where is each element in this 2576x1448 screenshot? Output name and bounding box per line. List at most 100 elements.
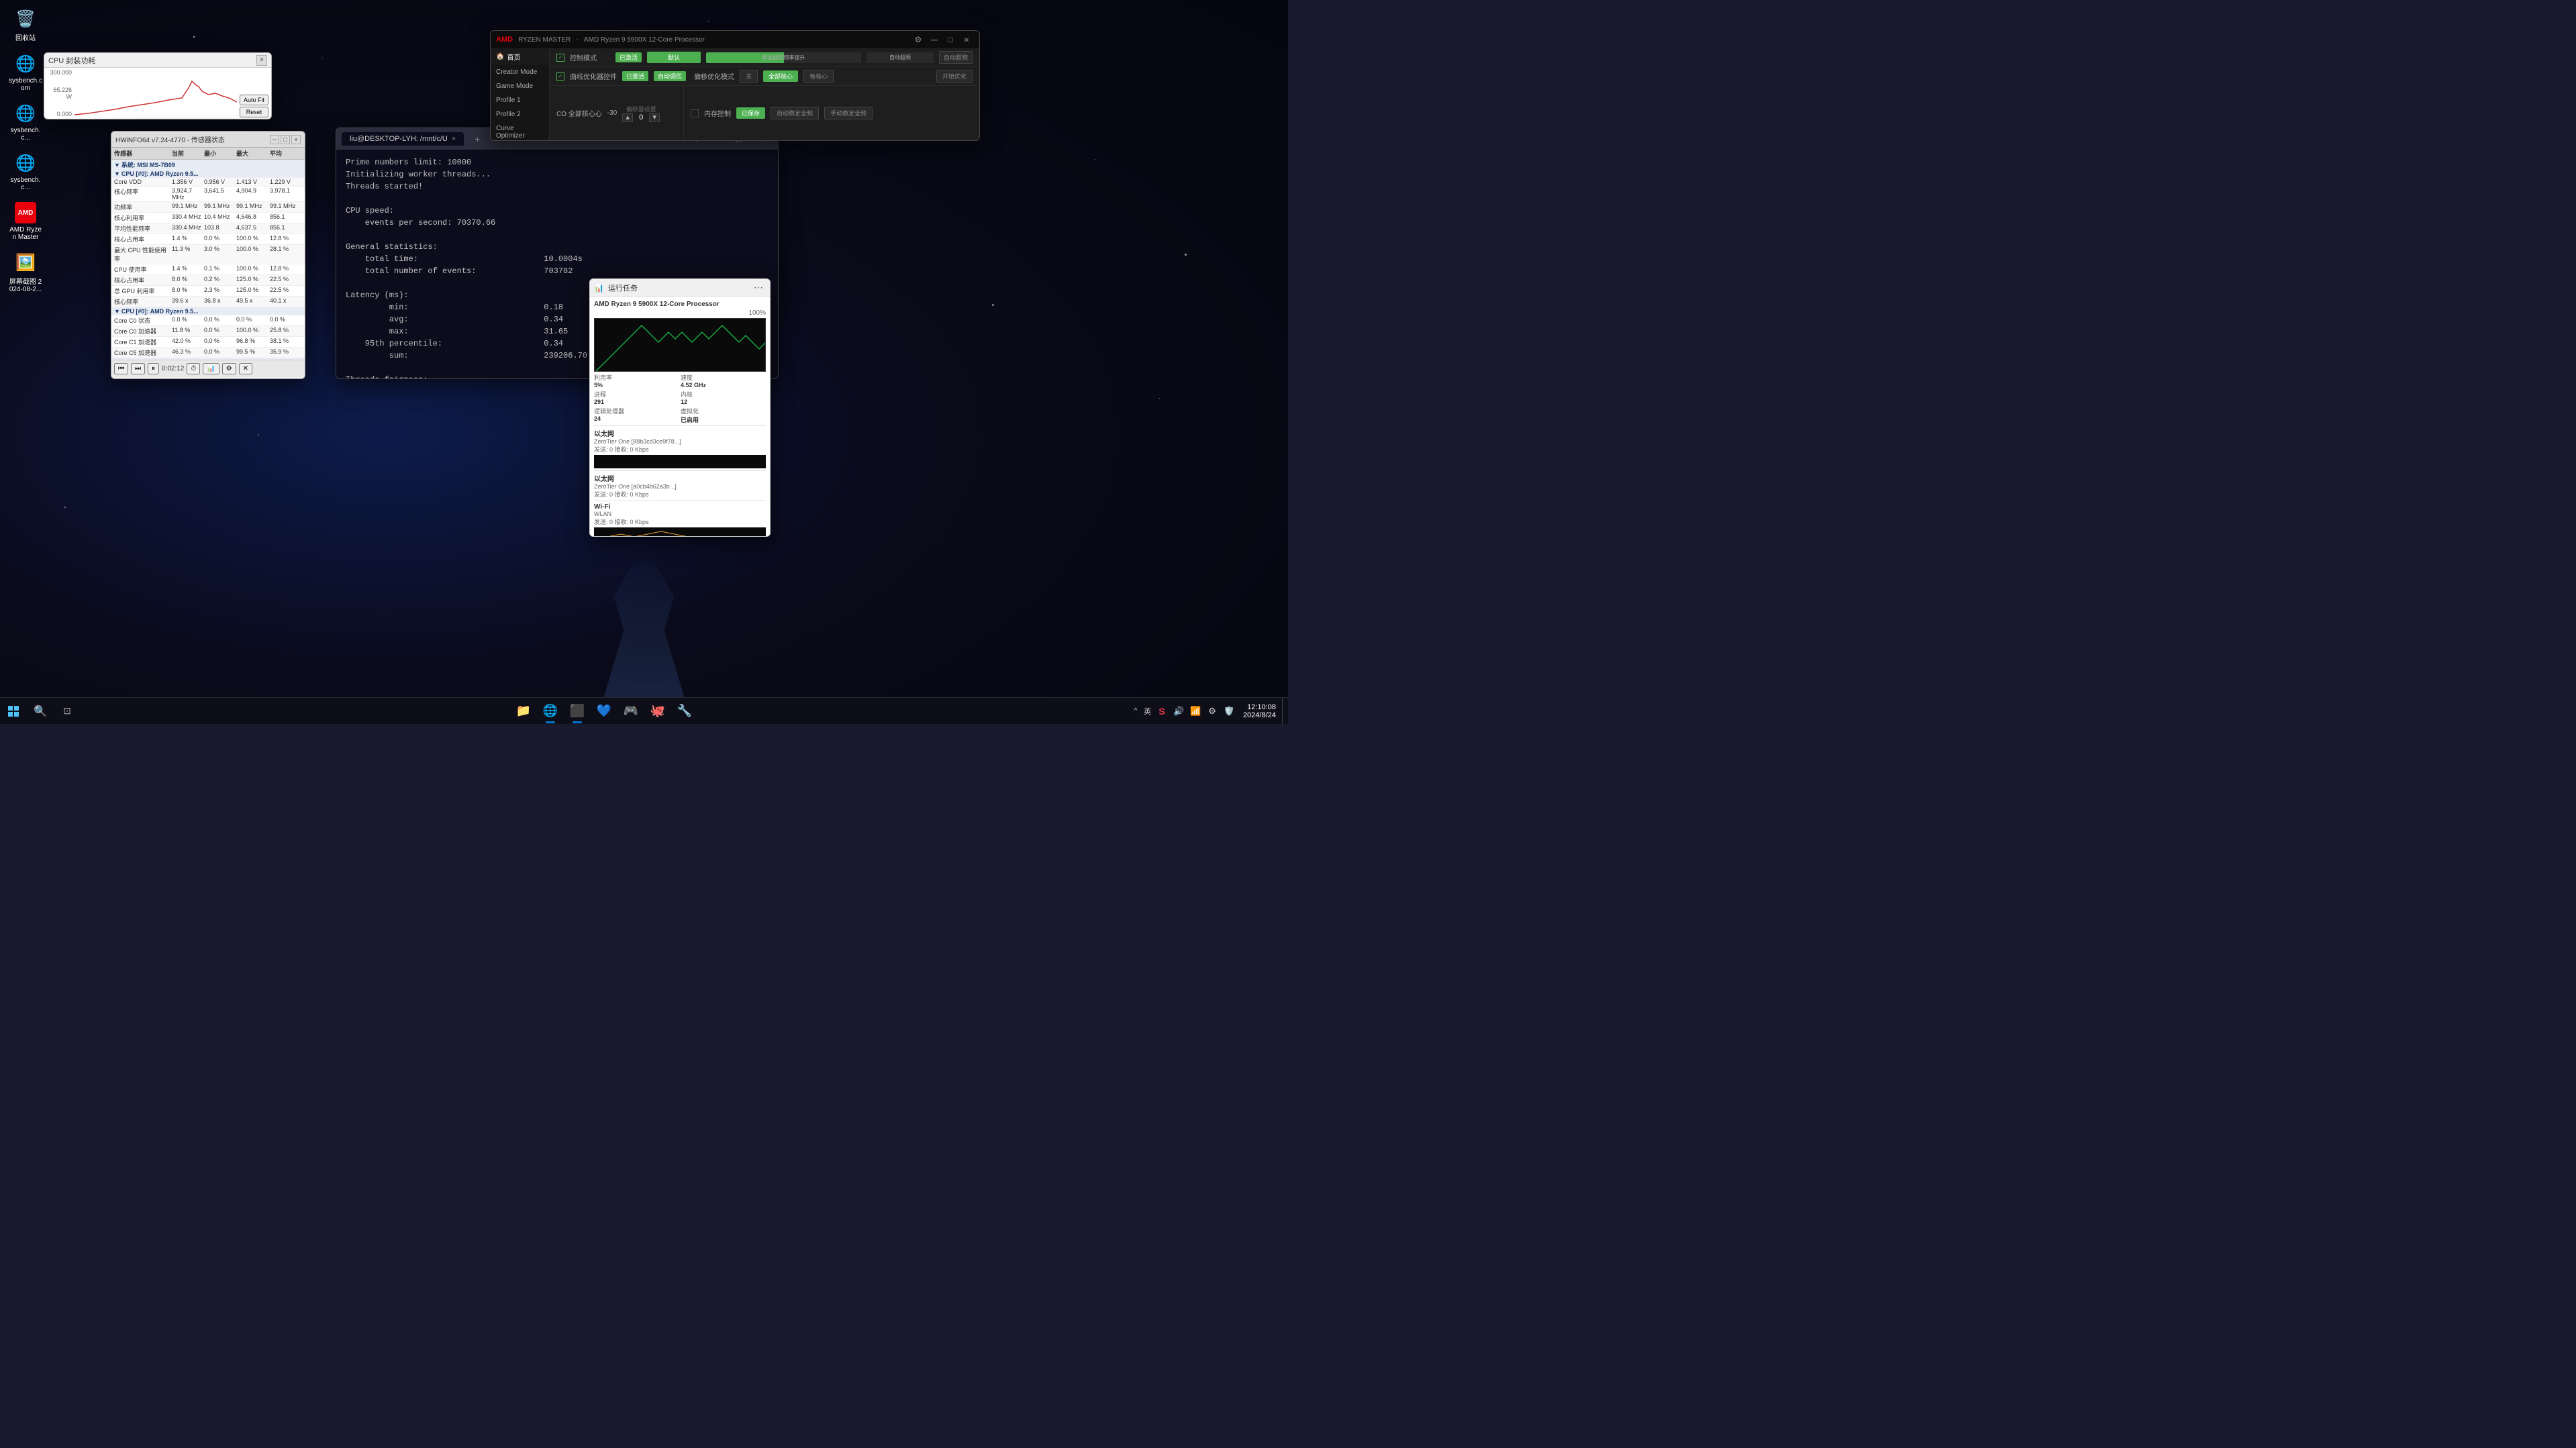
icon-amd-ryzen[interactable]: AMD AMD Ryzen Master (5, 199, 46, 244)
hwinfo-btn-prev[interactable]: ⏮ (114, 363, 128, 374)
tm-virtualization: 虚拟化 已启用 (681, 407, 766, 424)
home-icon: 🏠 (496, 53, 504, 60)
icon-screenshots[interactable]: 🖼️ 屏幕截图 2024-08-2... (5, 249, 46, 296)
start-button[interactable] (0, 698, 27, 725)
sogou-icon[interactable]: S (1154, 703, 1170, 719)
sysbench2-icon: 🌐 (15, 103, 36, 124)
hwinfo-btn-graph[interactable]: 📊 (203, 363, 219, 374)
auto-fit-btn[interactable]: Auto Fit (240, 95, 268, 105)
hwinfo-titlebar: HWiNFO64 v7.24-4770 - 传感器状态 ─ □ × (111, 132, 305, 148)
cpu-power-title: CPU 封装功耗 (48, 55, 256, 66)
tm-title: 运行任务 (608, 282, 747, 293)
auto-oc-btn-right[interactable]: 自动超频 (939, 51, 973, 64)
mode-btn-default[interactable]: 默认 (647, 52, 701, 63)
sysbench-icon: 🌐 (15, 53, 36, 74)
cpu-power-close[interactable]: × (256, 55, 267, 66)
tm-network-eth1: 以太网 ZeroTier One [88b3cd3ce9f78...] 发送: … (594, 425, 766, 470)
cpu-power-svg (75, 68, 237, 119)
taskbar-file-explorer[interactable]: 📁 (510, 698, 537, 725)
sidebar-item-game[interactable]: Game Mode (491, 79, 549, 93)
network-icon[interactable]: 📶 (1187, 703, 1203, 719)
clock-display[interactable]: 12:10:08 2024/8/24 (1238, 703, 1281, 719)
memory-label: 内存控制 (704, 108, 731, 118)
systray-expand[interactable]: ^ (1130, 706, 1141, 717)
hwinfo-close[interactable]: × (291, 135, 301, 144)
taskbar-app7[interactable]: 🔧 (671, 698, 698, 725)
terminal-tab-active[interactable]: liu@DESKTOP-LYH: /mnt/c/U × (342, 132, 464, 146)
hwinfo-minimize[interactable]: ─ (270, 135, 279, 144)
ryzen-titlebar: AMD RYZEN MASTER - AMD Ryzen 9 5900X 12-… (491, 31, 979, 48)
memory-checkbox (691, 109, 699, 117)
ryzen-win-controls: ⚙ ─ □ × (911, 32, 974, 47)
ryzen-minimize-btn[interactable]: ─ (927, 32, 942, 47)
cpu-section2-label: CPU [#0]: AMD Ryzen 9.5... (121, 308, 199, 315)
off-btn[interactable]: 关 (740, 70, 758, 83)
memory-auto-btn[interactable]: 自动稳定全频 (771, 107, 819, 119)
tm-net1-graph (594, 455, 766, 468)
show-desktop-btn[interactable] (1282, 698, 1285, 725)
hwinfo-row-avgperf: 平均性能频率330.4 MHz103.84,637.5856.1 (111, 223, 305, 234)
start-opt-btn[interactable]: 开始优化 (936, 70, 973, 83)
taskbar-steam[interactable]: 🎮 (617, 698, 644, 725)
taskbar-apps: 📁 🌐 ⬛ 💙 🎮 🐙 🔧 (81, 698, 1128, 725)
memory-manual-btn[interactable]: 手动稳定全频 (824, 107, 873, 119)
sidebar-item-profile2[interactable]: Profile 2 (491, 107, 549, 121)
control-mode-checkbox: ✓ (556, 54, 564, 62)
ryzen-maximize-btn[interactable]: □ (943, 32, 958, 47)
all-core-btn[interactable]: 全部核心 (763, 70, 798, 82)
icon-sysbench[interactable]: 🌐 sysbench.com (5, 50, 46, 95)
recycle-icon: 🗑️ (15, 8, 36, 30)
tm-more-options[interactable]: ⋯ (751, 280, 766, 295)
sidebar-item-profile1[interactable]: Profile 1 (491, 93, 549, 107)
taskbar-git[interactable]: 🐙 (644, 698, 671, 725)
volume-icon[interactable]: 🔊 (1171, 703, 1187, 719)
icon-recycle[interactable]: 🗑️ 回收站 (5, 5, 46, 45)
search-button[interactable]: 🔍 (27, 698, 54, 725)
taskbar-terminal[interactable]: ⬛ (564, 698, 591, 725)
input-method-icon[interactable]: 英 (1142, 698, 1153, 725)
terminal-line-prime: Prime numbers limit: 10000 (346, 156, 769, 168)
co-label: CO 全部核心心 (556, 108, 602, 118)
icon-sysbench3[interactable]: 🌐 sysbench.c... (5, 150, 46, 194)
security-icon[interactable]: 🛡️ (1221, 703, 1237, 719)
tm-cpu-pct: 100% (594, 309, 766, 317)
icon-sysbench2[interactable]: 🌐 sysbench.c... (5, 100, 46, 144)
hwinfo-title: HWiNFO64 v7.24-4770 - 传感器状态 (115, 134, 267, 144)
hwinfo-btn-next[interactable]: ⏭ (131, 363, 145, 374)
hwinfo-btn-pause[interactable]: ⏸ (148, 363, 159, 374)
per-core-btn[interactable]: 每核心 (803, 70, 834, 83)
tm-cpu-stats: 利用率 5% 速度 4.52 GHz 进程 291 内核 12 逻辑处理器 (594, 373, 766, 424)
tm-cpu-title: AMD Ryzen 9 5900X 12-Core Processor (594, 299, 766, 309)
memory-apply-btn[interactable]: 已保存 (736, 107, 765, 119)
sidebar-item-creator[interactable]: Creator Mode (491, 65, 549, 79)
hwinfo-btn-clock[interactable]: ⏱ (187, 363, 200, 374)
terminal-tab-close[interactable]: × (452, 135, 456, 143)
more-icons[interactable]: ⚙ (1204, 703, 1220, 719)
tm-speed: 速度 4.52 GHz (681, 373, 766, 389)
sidebar-item-curve[interactable]: Curve Optimizer (491, 121, 549, 140)
hwinfo-row-coreocc2: 核心占用率8.0 %0.2 %125.0 %22.5 % (111, 275, 305, 286)
terminal-new-tab[interactable]: + (469, 131, 485, 147)
windows-logo-icon (8, 706, 19, 717)
tm-titlebar: 📊 运行任务 ⋯ (590, 279, 770, 297)
task-view-button[interactable]: ⊡ (54, 698, 81, 725)
terminal-line-totalevents: total number of events: 703782 (346, 265, 769, 277)
ryzen-settings-icon[interactable]: ⚙ (911, 32, 926, 47)
co-up-btn[interactable]: ▲ (622, 113, 633, 122)
hwinfo-btn-close[interactable]: ✕ (239, 363, 252, 374)
hwinfo-maximize[interactable]: □ (281, 135, 290, 144)
sysbench-label: sysbench.com (8, 77, 43, 92)
taskbar-vscode[interactable]: 💙 (591, 698, 617, 725)
reset-btn[interactable]: Reset (240, 107, 268, 117)
tm-network-eth2: 以太网 ZeroTier One [a0cb4b62a3b...] 发送: 0 … (594, 470, 766, 501)
co-down-btn[interactable]: ▼ (649, 113, 660, 122)
taskbar-chrome[interactable]: 🌐 (537, 698, 564, 725)
ryzen-close-btn[interactable]: × (959, 32, 974, 47)
system-section-label: 系统: MSI MS-7B09 (121, 160, 175, 169)
sidebar-item-home[interactable]: 🏠 首页 (491, 48, 549, 65)
hwinfo-btn-settings[interactable]: ⚙ (222, 363, 236, 374)
hwinfo-row-c1boost: Core C1 加速器42.0 %0.0 %96.8 %38.1 % (111, 337, 305, 348)
tm-processes: 进程 291 (594, 390, 679, 405)
hwinfo-row-powerfreq: 功频率99.1 MHz99.1 MHz99.1 MHz99.1 MHz (111, 202, 305, 213)
terminal-line-evtpersec: events per second: 70370.66 (346, 217, 769, 229)
